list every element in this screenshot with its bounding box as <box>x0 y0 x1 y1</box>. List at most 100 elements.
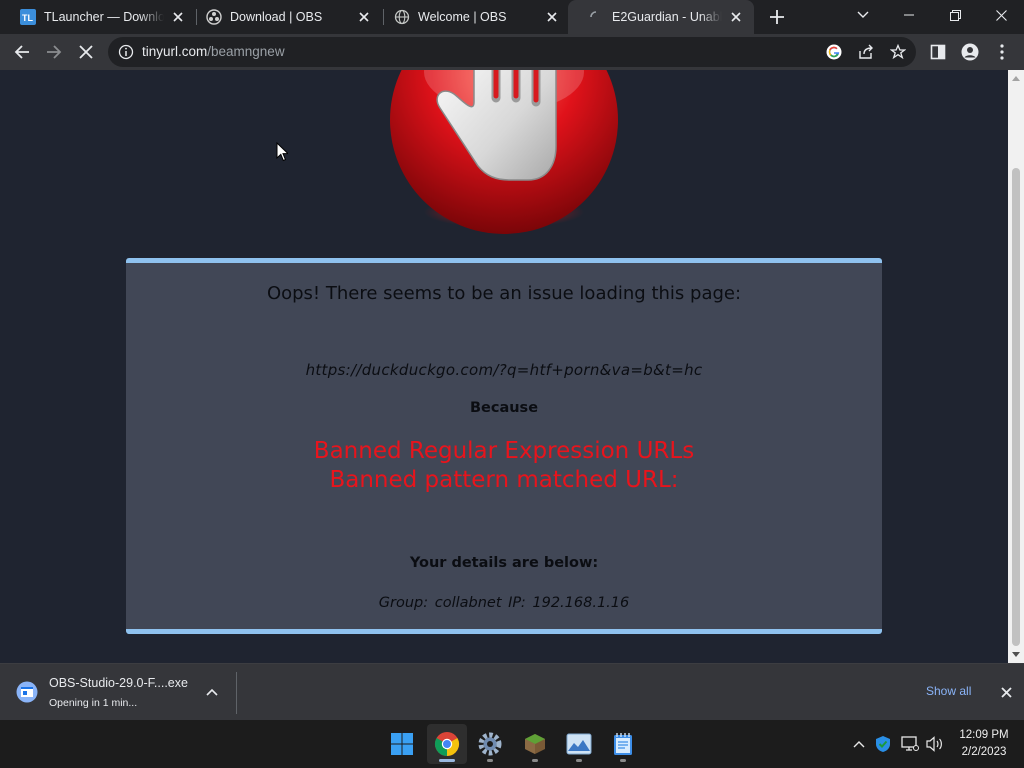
block-reason-detail: Banned pattern matched URL: <box>329 467 679 493</box>
show-hidden-icons-button[interactable] <box>850 735 868 753</box>
download-options-button[interactable] <box>202 682 222 702</box>
notepad-icon <box>614 733 632 755</box>
network-icon <box>901 736 919 751</box>
arrow-left-icon <box>14 45 29 59</box>
scroll-up-icon[interactable] <box>1012 76 1020 81</box>
kebab-menu-icon <box>1000 44 1004 60</box>
stop-hand-icon <box>390 70 618 234</box>
google-icon[interactable] <box>825 43 843 61</box>
mouse-cursor-icon <box>276 142 288 162</box>
profile-icon <box>961 43 979 61</box>
installer-file-icon <box>16 681 38 703</box>
windows-taskbar: 12:09 PM 2/2/2023 <box>0 720 1024 768</box>
menu-button[interactable] <box>988 38 1016 66</box>
page-content: Oops! There seems to be an issue loading… <box>0 70 1008 663</box>
chevron-down-icon <box>857 11 869 18</box>
address-bar[interactable]: tinyurl.com/beamngnew <box>108 37 916 67</box>
arrow-right-icon <box>47 45 62 59</box>
group-ip-info: Group: collabnet IP: 192.168.1.16 <box>378 595 630 611</box>
network-tray-button[interactable] <box>901 735 919 753</box>
new-tab-button[interactable] <box>765 5 789 29</box>
url-host: tinyurl.com <box>142 44 208 59</box>
svg-text:TL: TL <box>22 13 33 23</box>
close-tab-icon[interactable] <box>728 9 744 25</box>
info-icon[interactable] <box>118 44 134 60</box>
chevron-up-icon <box>206 688 218 696</box>
security-tray-button[interactable] <box>874 735 892 753</box>
url-text[interactable]: tinyurl.com/beamngnew <box>142 44 285 59</box>
tab-tlauncher[interactable]: TL TLauncher — Download <box>0 0 196 34</box>
close-tab-icon[interactable] <box>544 9 560 25</box>
running-indicator <box>487 759 493 762</box>
block-message-panel: Oops! There seems to be an issue loading… <box>126 258 882 634</box>
system-clock[interactable]: 12:09 PM 2/2/2023 <box>952 727 1016 761</box>
download-file-name[interactable]: OBS-Studio-29.0-F....exe <box>49 676 188 690</box>
obs-icon <box>206 9 222 25</box>
close-window-button[interactable] <box>978 0 1024 30</box>
close-tab-icon[interactable] <box>170 9 186 25</box>
running-indicator <box>439 759 455 762</box>
back-button[interactable] <box>8 38 36 66</box>
forward-button[interactable] <box>40 38 68 66</box>
download-shelf: OBS-Studio-29.0-F....exe Opening in 1 mi… <box>0 663 1024 720</box>
start-button[interactable] <box>382 724 422 764</box>
scrollbar-thumb[interactable] <box>1012 168 1020 646</box>
stop-loading-icon <box>79 45 93 59</box>
taskbar-chrome[interactable] <box>427 724 467 764</box>
tab-search-button[interactable] <box>840 0 886 30</box>
close-icon <box>1000 686 1012 698</box>
plus-icon <box>770 10 784 24</box>
loading-spinner-icon <box>588 9 604 25</box>
close-tab-icon[interactable] <box>356 9 372 25</box>
clock-date: 2/2/2023 <box>961 746 1007 758</box>
tlauncher-icon: TL <box>20 9 36 25</box>
globe-icon <box>394 9 410 25</box>
speaker-icon <box>926 736 942 752</box>
star-icon[interactable] <box>889 43 907 61</box>
tab-strip: TL TLauncher — Download Download | OBS W… <box>0 0 1024 34</box>
tab-download-obs[interactable]: Download | OBS <box>186 0 382 34</box>
scroll-down-icon[interactable] <box>1012 652 1020 657</box>
taskbar-photos[interactable] <box>559 724 599 764</box>
chrome-icon <box>434 732 460 756</box>
minimize-button[interactable] <box>886 0 932 30</box>
shield-icon <box>876 736 890 752</box>
tab-title: Download | OBS <box>230 10 323 24</box>
vertical-scrollbar[interactable] <box>1008 70 1024 663</box>
page-title: Oops! There seems to be an issue loading… <box>266 283 742 304</box>
profile-button[interactable] <box>956 38 984 66</box>
tab-welcome-obs[interactable]: Welcome | OBS <box>374 0 570 34</box>
download-status: Opening in 1 min... <box>49 697 138 709</box>
tab-title: TLauncher — Download <box>44 10 164 24</box>
clock-time: 12:09 PM <box>959 729 1009 741</box>
side-panel-icon <box>930 44 946 60</box>
photos-icon <box>566 733 592 755</box>
blocked-url: https://duckduckgo.com/?q=htf+porn&va=b&… <box>305 361 703 379</box>
restore-button[interactable] <box>932 0 978 30</box>
taskbar-notepad[interactable] <box>603 724 643 764</box>
volume-tray-button[interactable] <box>926 735 944 753</box>
show-all-link[interactable]: Show all <box>926 684 971 698</box>
settings-icon <box>478 732 502 756</box>
taskbar-settings[interactable] <box>470 724 510 764</box>
share-icon[interactable] <box>857 43 875 61</box>
block-reason: Banned Regular Expression URLs <box>313 438 695 464</box>
start-icon <box>391 733 413 755</box>
because-label: Because <box>469 400 539 416</box>
tab-title: Welcome | OBS <box>418 10 507 24</box>
close-shelf-button[interactable] <box>997 683 1015 701</box>
chevron-up-icon <box>853 741 865 748</box>
stop-loading-button[interactable] <box>72 38 100 66</box>
side-panel-button[interactable] <box>924 38 952 66</box>
restore-icon <box>949 9 961 21</box>
minecraft-icon <box>525 734 545 754</box>
taskbar-minecraft[interactable] <box>515 724 555 764</box>
tab-title: E2Guardian - Unable to <box>612 10 722 24</box>
running-indicator <box>620 759 626 762</box>
url-path: /beamngnew <box>207 44 285 59</box>
tab-e2guardian[interactable]: E2Guardian - Unable to <box>568 0 754 34</box>
browser-toolbar: tinyurl.com/beamngnew <box>0 34 1024 70</box>
close-icon <box>995 9 1007 21</box>
running-indicator <box>532 759 538 762</box>
minimize-icon <box>904 14 914 16</box>
